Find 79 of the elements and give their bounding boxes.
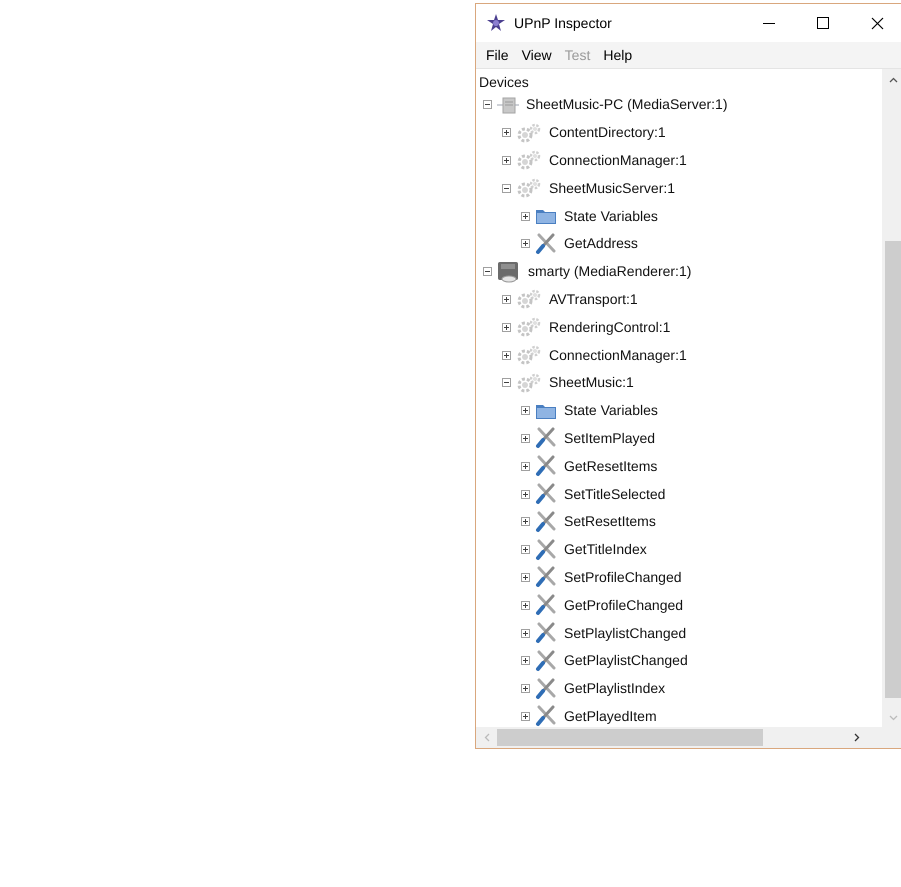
tree-item[interactable]: GetTitleIndex xyxy=(562,539,647,560)
tools-icon xyxy=(535,650,557,672)
tree-item[interactable]: GetAddress xyxy=(562,233,638,254)
tree-item[interactable]: ContentDirectory:1 xyxy=(547,122,666,144)
expand-toggle[interactable] xyxy=(521,545,530,554)
tools-icon xyxy=(535,455,557,478)
gears-icon xyxy=(516,149,542,172)
tree-item[interactable]: smarty (MediaRenderer:1) xyxy=(526,261,692,282)
gears-icon xyxy=(516,122,542,144)
expand-toggle[interactable] xyxy=(521,517,530,526)
gears-icon xyxy=(516,372,542,394)
collapse-toggle[interactable] xyxy=(483,267,492,276)
tree-item[interactable]: GetPlaylistIndex xyxy=(562,678,666,700)
expand-toggle[interactable] xyxy=(502,322,511,332)
gears-icon xyxy=(516,288,542,310)
menu-item[interactable]: File xyxy=(481,44,514,66)
tree-item[interactable]: SetResetItems xyxy=(562,511,656,532)
expand-toggle[interactable] xyxy=(521,434,530,443)
expand-toggle[interactable] xyxy=(521,628,530,638)
tools-icon xyxy=(535,510,557,533)
expand-toggle[interactable] xyxy=(521,462,530,471)
tree-item[interactable]: SheetMusicServer:1 xyxy=(547,178,676,199)
expand-toggle[interactable] xyxy=(502,350,511,360)
collapse-toggle[interactable] xyxy=(502,378,511,388)
tools-icon xyxy=(535,594,557,616)
star-logo-icon xyxy=(486,13,506,33)
expand-toggle[interactable] xyxy=(521,406,530,416)
expand-toggle[interactable] xyxy=(521,684,530,694)
media-player-icon xyxy=(497,260,521,283)
expand-toggle[interactable] xyxy=(521,712,530,721)
expand-toggle[interactable] xyxy=(502,156,511,165)
tree-item[interactable]: SetItemPlayed xyxy=(562,428,656,449)
tree-item[interactable]: SheetMusic-PC (MediaServer:1) xyxy=(524,94,728,116)
window-title: UPnP Inspector xyxy=(514,14,612,33)
tree-item[interactable]: SetPlaylistChanged xyxy=(562,622,686,644)
tools-icon xyxy=(535,538,557,561)
horizontal-scrollbar[interactable] xyxy=(476,727,901,748)
tree-item[interactable]: AVTransport:1 xyxy=(547,288,638,310)
tree-item[interactable]: SetTitleSelected xyxy=(562,484,666,505)
collapse-toggle[interactable] xyxy=(483,100,492,110)
menu-item[interactable]: Help xyxy=(598,44,638,66)
expand-toggle[interactable] xyxy=(521,600,530,610)
tools-icon xyxy=(535,622,557,644)
menu-item[interactable]: View xyxy=(516,44,557,66)
gears-icon xyxy=(516,177,542,200)
tree-item[interactable]: SheetMusic:1 xyxy=(547,372,634,394)
close-icon xyxy=(870,16,884,30)
tree-item[interactable]: State Variables xyxy=(562,206,658,227)
tree-item[interactable]: ConnectionManager:1 xyxy=(547,150,687,171)
expand-toggle[interactable] xyxy=(521,572,530,582)
gears-icon xyxy=(516,344,542,366)
tools-icon xyxy=(535,232,557,255)
expand-toggle[interactable] xyxy=(502,294,511,304)
tools-icon xyxy=(535,705,557,727)
tree-item[interactable]: ConnectionManager:1 xyxy=(547,344,687,366)
tree-item[interactable]: GetPlayedItem xyxy=(562,706,657,727)
expand-toggle[interactable] xyxy=(521,212,530,221)
tree-item[interactable]: State Variables xyxy=(562,400,658,422)
tree-item[interactable]: GetResetItems xyxy=(562,456,658,477)
chevron-up-icon[interactable] xyxy=(888,77,898,83)
collapse-toggle[interactable] xyxy=(502,184,511,193)
tools-icon xyxy=(535,427,557,450)
tree-item[interactable]: SetProfileChanged xyxy=(562,566,682,588)
vertical-scrollbar[interactable] xyxy=(882,69,901,727)
chevron-right-icon[interactable] xyxy=(854,733,860,742)
expand-toggle[interactable] xyxy=(521,656,530,666)
expand-toggle[interactable] xyxy=(502,128,511,138)
tree-item[interactable]: GetPlaylistChanged xyxy=(562,650,688,672)
tree-item[interactable]: GetProfileChanged xyxy=(562,594,684,616)
computer-icon xyxy=(497,94,519,115)
tools-icon xyxy=(535,483,557,506)
tools-icon xyxy=(535,678,557,700)
folder-icon xyxy=(535,207,557,226)
tree-header: Devices xyxy=(478,73,530,91)
expand-toggle[interactable] xyxy=(521,490,530,499)
tools-icon xyxy=(535,566,557,588)
gears-icon xyxy=(516,316,542,338)
expand-toggle[interactable] xyxy=(521,239,530,248)
tree-item[interactable]: RenderingControl:1 xyxy=(547,316,670,338)
